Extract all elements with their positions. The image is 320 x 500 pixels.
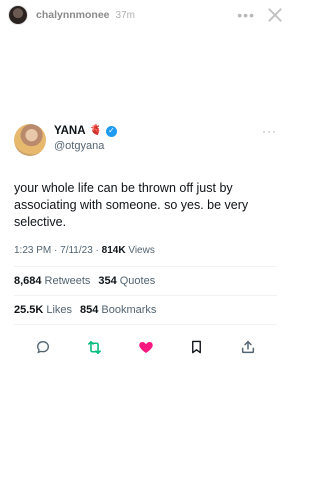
likes-label: Likes xyxy=(46,304,73,316)
tweet-text-line: your whole life can be thrown off just b… xyxy=(14,181,233,195)
tweet-header: YANA 🫀 ✓ @otgyana ··· xyxy=(0,124,291,156)
quotes-stat[interactable]: 354 Quotes xyxy=(98,275,155,287)
tweet-card: YANA 🫀 ✓ @otgyana ··· your whole life ca… xyxy=(0,124,291,359)
story-time: 37m xyxy=(115,9,135,21)
retweet-quote-stats: 8,684 Retweets 354 Quotes xyxy=(0,267,291,295)
story-username[interactable]: chalynnmonee xyxy=(36,9,110,21)
quotes-label: Quotes xyxy=(119,275,156,287)
retweets-count: 8,684 xyxy=(14,275,42,287)
divider xyxy=(14,324,277,325)
tweet-text: your whole life can be thrown off just b… xyxy=(0,180,291,231)
tweet-text-line: associating with someone. so yes. be ver… xyxy=(14,198,249,212)
quotes-count: 354 xyxy=(98,275,117,287)
author-handle[interactable]: @otgyana xyxy=(54,140,117,152)
story-avatar[interactable] xyxy=(8,5,28,25)
story-controls: ••• xyxy=(237,7,283,23)
tweet-actions xyxy=(0,335,291,359)
views-count: 814K xyxy=(101,245,126,256)
tweet-meta: 1:23 PM · 7/11/23 · 814K Views xyxy=(0,245,291,256)
tweet-more-icon[interactable]: ··· xyxy=(262,124,277,138)
author-name[interactable]: YANA xyxy=(54,125,86,137)
retweets-label: Retweets xyxy=(44,275,91,287)
avatar[interactable] xyxy=(14,124,46,156)
likes-count: 25.5K xyxy=(14,304,44,316)
retweets-stat[interactable]: 8,684 Retweets xyxy=(14,275,90,287)
likes-bookmarks-stats: 25.5K Likes 854 Bookmarks xyxy=(0,296,291,324)
tweet-text-line: selective. xyxy=(14,215,67,229)
tweet-author: YANA 🫀 ✓ @otgyana xyxy=(54,125,117,152)
more-icon[interactable]: ••• xyxy=(237,8,255,22)
bookmarks-count: 854 xyxy=(80,304,99,316)
retweet-icon[interactable] xyxy=(85,338,103,356)
bookmark-icon[interactable] xyxy=(188,338,206,356)
verified-icon: ✓ xyxy=(105,125,117,137)
tweet-timestamp[interactable]: 1:23 PM · 7/11/23 · xyxy=(14,245,102,256)
views-label: Views xyxy=(125,245,155,256)
bookmarks-label: Bookmarks xyxy=(101,304,157,316)
story-header: chalynnmonee 37m ••• xyxy=(0,0,291,30)
close-icon[interactable] xyxy=(267,7,283,23)
share-icon[interactable] xyxy=(239,338,257,356)
bookmarks-stat[interactable]: 854 Bookmarks xyxy=(80,304,156,316)
anatomical-heart-icon: 🫀 xyxy=(89,125,102,136)
reply-icon[interactable] xyxy=(34,338,52,356)
like-icon[interactable] xyxy=(137,338,155,356)
likes-stat[interactable]: 25.5K Likes xyxy=(14,304,72,316)
author-name-row: YANA 🫀 ✓ xyxy=(54,125,117,137)
